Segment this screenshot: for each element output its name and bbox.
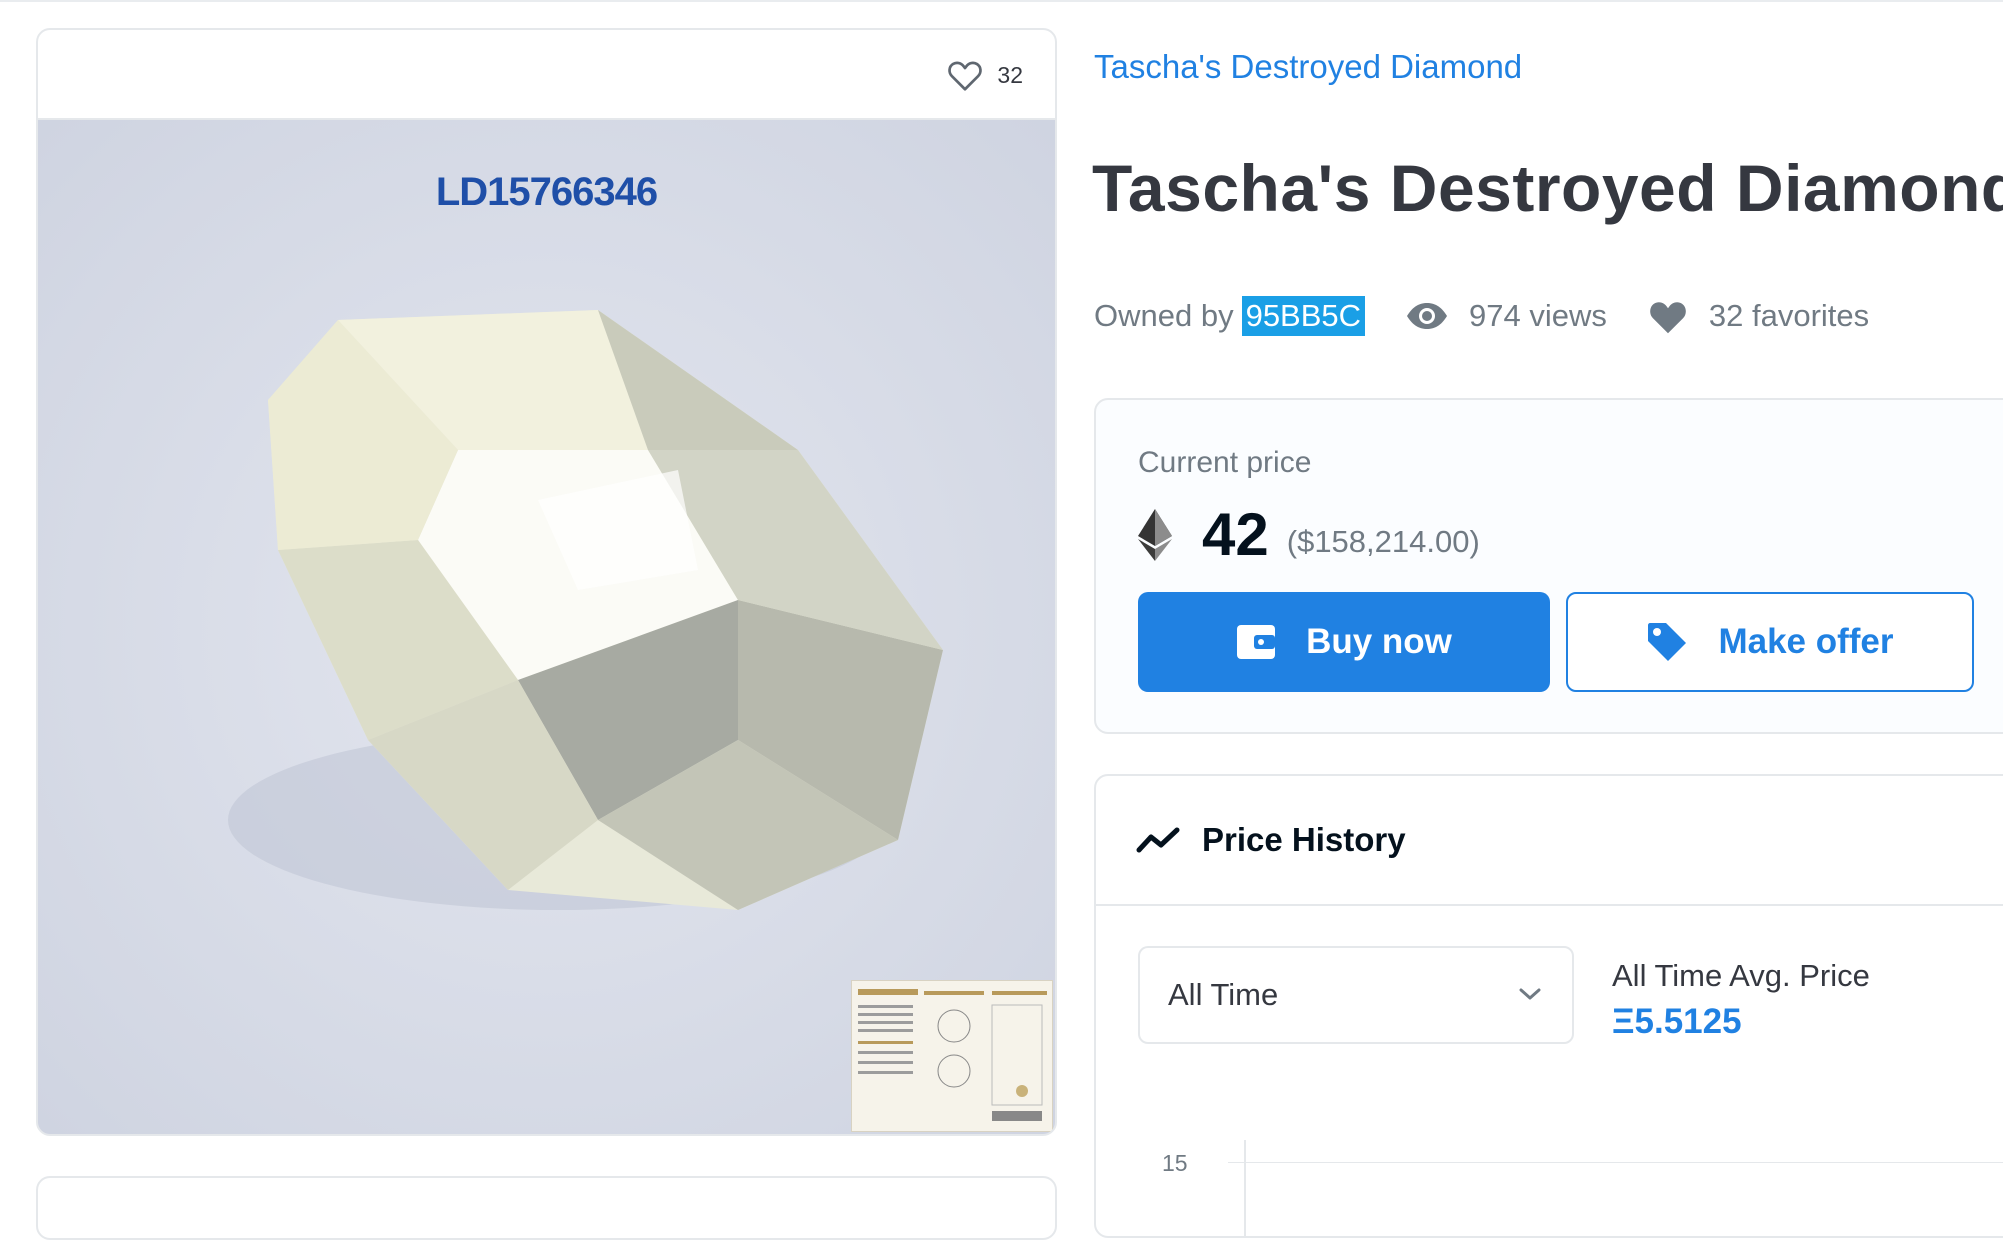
- wallet-icon: [1237, 625, 1276, 659]
- diamond-image[interactable]: LD15766346: [38, 120, 1055, 1134]
- ethereum-icon: [1138, 508, 1172, 561]
- price-amount: 42: [1202, 501, 1269, 568]
- buy-now-button[interactable]: Buy now: [1138, 592, 1550, 692]
- y-axis-tick: 15: [1162, 1150, 1188, 1176]
- item-title: Tascha's Destroyed Diamond: [1092, 151, 2003, 225]
- avg-price-label: All Time Avg. Price: [1612, 958, 1870, 993]
- lot-id-label: LD15766346: [435, 170, 658, 214]
- price-panel: Current price 42 ($158,214.00) Buy now M…: [1094, 398, 2003, 734]
- time-range-value: All Time: [1168, 977, 1279, 1012]
- views-count: 974 views: [1469, 298, 1607, 333]
- gia-certificate-thumbnail: [851, 980, 1053, 1132]
- media-header: 32: [38, 30, 1055, 120]
- collection-link[interactable]: Tascha's Destroyed Diamond: [1094, 48, 1522, 86]
- favorite-button[interactable]: 32: [947, 58, 1023, 92]
- price-history-title: Price History: [1202, 821, 1406, 858]
- favorites-count: 32 favorites: [1708, 298, 1870, 333]
- owner-link[interactable]: 95BB5C: [1241, 296, 1366, 336]
- heart-icon: [1650, 302, 1686, 334]
- chevron-down-icon: [1519, 988, 1541, 1000]
- price-row: 42 ($158,214.00): [1138, 500, 1480, 569]
- item-meta-row: Owned by 95BB5C 974 views 32 favorites: [1094, 292, 1869, 340]
- favorites-stat: 32 favorites: [1647, 297, 1869, 335]
- owned-by-label: Owned by: [1094, 298, 1234, 333]
- trend-line-icon: [1136, 827, 1180, 853]
- buy-now-label: Buy now: [1306, 622, 1452, 661]
- chart-gridline: [1228, 1162, 2003, 1163]
- price-history-header[interactable]: Price History: [1096, 776, 2003, 906]
- item-media-card: 32 LD15766346: [36, 28, 1057, 1136]
- price-history-panel: Price History All Time All Time Avg. Pri…: [1094, 774, 2003, 1238]
- current-price-label: Current price: [1138, 446, 1312, 479]
- eye-icon: [1407, 303, 1448, 329]
- price-usd: ($158,214.00): [1286, 523, 1480, 559]
- item-details-card: [36, 1176, 1057, 1240]
- top-divider: [0, 0, 2003, 2]
- tag-icon: [1648, 623, 1687, 661]
- make-offer-label: Make offer: [1718, 622, 1894, 661]
- chart-y-axis: [1244, 1140, 1246, 1236]
- heart-outline-icon: [948, 61, 983, 91]
- favorite-count: 32: [997, 61, 1023, 88]
- make-offer-button[interactable]: Make offer: [1566, 592, 1974, 692]
- views-stat: 974 views: [1405, 298, 1607, 334]
- avg-price-value: Ξ5.5125: [1612, 1002, 1742, 1041]
- time-range-select[interactable]: All Time: [1138, 946, 1574, 1044]
